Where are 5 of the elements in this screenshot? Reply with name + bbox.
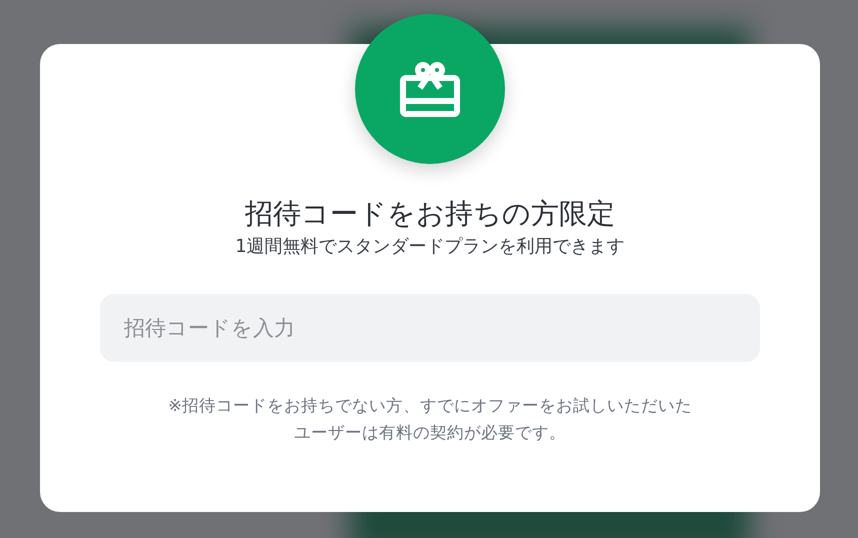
- invite-code-field[interactable]: 招待コードを入力: [100, 294, 760, 362]
- dialog-subtitle: 1週間無料でスタンダードプランを利用できます: [235, 235, 625, 259]
- dialog-title: 招待コードをお持ちの方限定: [245, 196, 615, 232]
- gift-card-icon: [400, 61, 460, 117]
- note-text: ※招待コードをお持ちでない方、すでにオファーをお試しいただいたユーザーは有料の契約が必要です。: [167, 395, 693, 444]
